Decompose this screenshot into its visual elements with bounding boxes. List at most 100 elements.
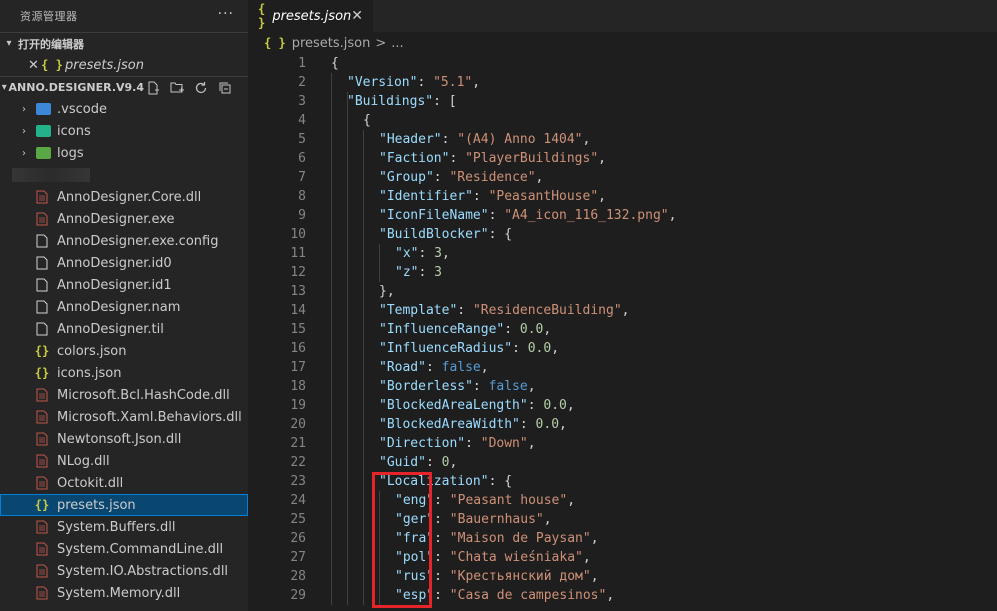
file-label: Newtonsoft.Json.dll [57, 431, 182, 447]
more-actions-icon[interactable]: ··· [218, 6, 234, 22]
json-key: "IconFileName" [379, 208, 489, 223]
line-text: "Group": "Residence", [379, 170, 543, 185]
new-folder-icon[interactable] [168, 80, 186, 96]
folder-icon [36, 103, 51, 115]
json-string: "Chata wieśniaka" [449, 550, 583, 565]
code-line: 21 "Direction": "Down", [248, 434, 997, 453]
binary-file-icon [34, 563, 50, 579]
json-string: "Крестьянский дом" [449, 569, 591, 584]
code-editor[interactable]: 1{2 "Version": "5.1", 3 "Buildings": [4{5 "H… [248, 54, 997, 605]
file-item[interactable]: AnnoDesigner.til [0, 318, 248, 340]
collapse-all-icon[interactable] [216, 80, 234, 96]
open-editors-header[interactable]: ▾ 打开的编辑器 [0, 32, 248, 54]
file-item[interactable]: AnnoDesigner.exe [0, 208, 248, 230]
json-punctuation: , [582, 550, 591, 565]
code-line: 16 "InfluenceRadius": 0.0, [248, 339, 997, 358]
file-label: System.IO.Abstractions.dll [57, 563, 229, 579]
file-item[interactable]: AnnoDesigner.exe.config [0, 230, 248, 252]
file-label: System.CommandLine.dll [57, 541, 224, 557]
open-editors-label: 打开的编辑器 [18, 37, 84, 51]
file-item[interactable]: NLog.dll [0, 450, 248, 472]
json-punctuation: , [606, 588, 615, 603]
line-number: 26 [290, 531, 306, 546]
file-item[interactable]: {} colors.json [0, 340, 248, 362]
line-number: 15 [290, 322, 306, 337]
file-item[interactable]: {} icons.json [0, 362, 248, 384]
json-string: "Bauernhaus" [449, 512, 544, 527]
json-number: 0.0 [535, 417, 560, 432]
folder-icon [36, 125, 51, 137]
folder-logs[interactable]: › logs [0, 142, 248, 164]
line-number: 24 [290, 493, 306, 508]
file-item[interactable]: System.Buffers.dll [0, 516, 248, 538]
folder-icon [36, 147, 51, 159]
line-number: 13 [290, 284, 306, 299]
tab-label: presets.json [272, 8, 352, 24]
tab-presets-json[interactable]: { } presets.json ✕ [248, 0, 374, 32]
file-label: colors.json [57, 343, 127, 359]
file-item[interactable]: AnnoDesigner.id0 [0, 252, 248, 274]
file-item[interactable]: Newtonsoft.Json.dll [0, 428, 248, 450]
code-line: 12 "z": 3 [248, 263, 997, 282]
chevron-right-icon: › [22, 147, 26, 159]
json-key: "Borderless" [379, 379, 473, 394]
file-icon [34, 255, 50, 271]
file-item[interactable]: AnnoDesigner.Core.dll [0, 186, 248, 208]
line-number: 5 [298, 132, 306, 147]
code-line: 17 "Road": false, [248, 358, 997, 377]
file-item[interactable]: System.Memory.dll [0, 582, 248, 604]
folder-vscode[interactable]: › .vscode [0, 98, 248, 120]
json-punctuation: : [527, 398, 544, 413]
json-punctuation: : [425, 360, 442, 375]
chevron-right-icon: › [22, 125, 26, 137]
line-number: 18 [290, 379, 306, 394]
line-number: 14 [290, 303, 306, 318]
explorer-title: 资源管理器 [20, 10, 78, 23]
file-item[interactable]: Octokit.dll [0, 472, 248, 494]
file-icon [34, 321, 50, 337]
json-punctuation: , [472, 75, 481, 90]
breadcrumb-file[interactable]: presets.json [292, 36, 371, 51]
file-item[interactable]: System.IO.Abstractions.dll [0, 560, 248, 582]
code-line: 10 "BuildBlocker": { [248, 225, 997, 244]
json-string: "PeasantHouse" [488, 189, 599, 204]
line-number: 10 [290, 227, 306, 242]
json-key: "Road" [379, 360, 426, 375]
file-item[interactable]: System.CommandLine.dll [0, 538, 248, 560]
redacted-item [0, 164, 248, 186]
breadcrumb-rest[interactable]: ... [391, 36, 403, 51]
line-text: "IconFileName": "A4_icon_116_132.png", [379, 208, 676, 223]
project-header[interactable]: ▾ ANNO.DESIGNER.V9.4 [0, 76, 248, 98]
line-text: "Buildings": [ [347, 94, 457, 109]
line-number: 16 [290, 341, 306, 356]
refresh-icon[interactable] [192, 80, 210, 96]
file-item[interactable]: AnnoDesigner.id1 [0, 274, 248, 296]
file-item[interactable]: Microsoft.Xaml.Behaviors.dll [0, 406, 248, 428]
file-item[interactable]: {} presets.json [0, 494, 248, 516]
json-punctuation: , [441, 246, 450, 261]
code-line: 1{ [248, 54, 997, 73]
code-line: 8 "Identifier": "PeasantHouse", [248, 187, 997, 206]
file-item[interactable]: AnnoDesigner.nam [0, 296, 248, 318]
json-string: "Down" [480, 436, 528, 451]
code-line: 22 "Guid": 0, [248, 453, 997, 472]
code-line: 14 "Template": "ResidenceBuilding", [248, 301, 997, 320]
line-number: 11 [290, 246, 306, 261]
line-text: "Faction": "PlayerBuildings", [379, 151, 606, 166]
json-key: "Template" [379, 303, 458, 318]
line-number: 25 [290, 512, 306, 527]
file-item[interactable]: Microsoft.Bcl.HashCode.dll [0, 384, 248, 406]
json-punctuation: , [527, 436, 536, 451]
folder-icons[interactable]: › icons [0, 120, 248, 142]
json-punctuation: , [527, 379, 536, 394]
open-editor-item[interactable]: ✕ { } presets.json [0, 54, 248, 76]
open-editor-label: presets.json [65, 57, 144, 73]
binary-file-icon [34, 431, 50, 447]
file-label: Octokit.dll [57, 475, 124, 491]
json-literal: false [441, 360, 481, 375]
close-icon[interactable]: ✕ [351, 8, 363, 24]
new-file-icon[interactable] [144, 80, 162, 96]
json-number: 0.0 [543, 398, 567, 413]
chevron-down-icon: ▾ [6, 38, 12, 49]
json-key: "InfluenceRange" [379, 322, 505, 337]
